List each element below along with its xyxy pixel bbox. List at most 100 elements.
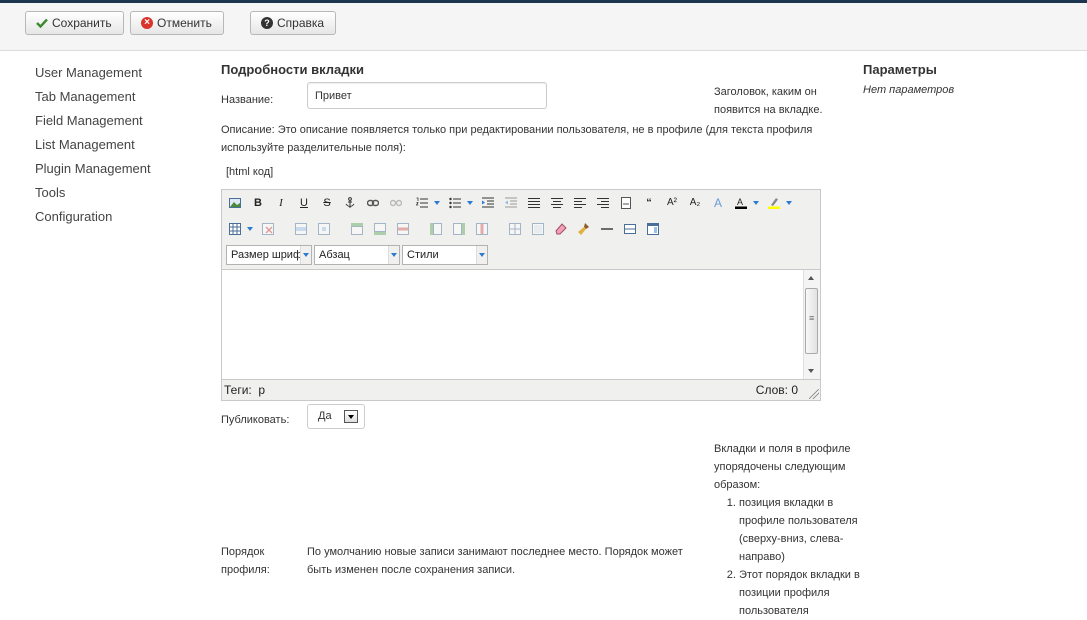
delete-table-icon[interactable]: [258, 219, 278, 239]
delete-row-icon[interactable]: [393, 219, 413, 239]
insert-row-after-icon[interactable]: [370, 219, 390, 239]
cancel-button-label: Отменить: [157, 16, 212, 30]
html-code-toggle[interactable]: [html код]: [226, 166, 273, 178]
link-icon[interactable]: [363, 193, 383, 213]
cell-props-icon[interactable]: [314, 219, 334, 239]
sidebar: User Management Tab Management Field Man…: [35, 63, 205, 231]
superscript-icon[interactable]: A²: [662, 193, 682, 213]
publish-label: Публиковать:: [221, 414, 290, 426]
help-button-label: Справка: [277, 16, 325, 30]
indent-icon[interactable]: [478, 193, 498, 213]
insert-col-before-icon[interactable]: [426, 219, 446, 239]
list-item: позиция вкладки в профиле пользователя (…: [739, 494, 864, 566]
help-button[interactable]: ? Справка: [250, 11, 337, 35]
strikethrough-icon[interactable]: S: [317, 193, 337, 213]
description-text: Описание: Это описание появляется только…: [221, 124, 813, 154]
justify-icon[interactable]: [524, 193, 544, 213]
bold-icon[interactable]: B: [248, 193, 268, 213]
chevron-down-icon: [476, 246, 487, 264]
delete-col-icon[interactable]: [472, 219, 492, 239]
numbered-list-dropdown[interactable]: [433, 193, 442, 213]
sidebar-item-configuration[interactable]: Configuration: [35, 207, 205, 231]
order-hint-intro: Вкладки и поля в профиле упорядочены сле…: [714, 443, 851, 491]
publish-select-value: Да: [318, 410, 332, 422]
fullscreen-icon[interactable]: [643, 219, 663, 239]
align-right-icon[interactable]: [593, 193, 613, 213]
scroll-thumb[interactable]: [805, 288, 818, 354]
styles-select-value: Стили: [407, 249, 439, 261]
table-icon[interactable]: [225, 219, 245, 239]
highlight-icon[interactable]: [764, 193, 784, 213]
cleanup-brush-icon[interactable]: [574, 219, 594, 239]
chevron-down-icon: [300, 246, 311, 264]
save-button-label: Сохранить: [52, 16, 112, 30]
image-icon[interactable]: [225, 193, 245, 213]
params-title: Параметры: [863, 62, 937, 77]
sidebar-item-list-management[interactable]: List Management: [35, 135, 205, 159]
visual-aid-icon[interactable]: [620, 219, 640, 239]
cancel-icon: ×: [141, 16, 153, 29]
align-left-icon[interactable]: [570, 193, 590, 213]
chevron-down-icon: [388, 246, 399, 264]
cancel-button[interactable]: × Отменить: [130, 11, 224, 35]
page-title: Подробности вкладки: [221, 62, 364, 77]
scroll-up-icon[interactable]: [808, 276, 814, 280]
bullet-list-dropdown[interactable]: [466, 193, 475, 213]
insert-row-before-icon[interactable]: [347, 219, 367, 239]
rich-text-editor: B I U S “ A² A₂ A A Размер шрифта Абзац …: [221, 189, 821, 401]
check-icon: [36, 18, 48, 28]
paragraph-format-select[interactable]: Абзац: [314, 245, 400, 265]
sidebar-item-field-management[interactable]: Field Management: [35, 111, 205, 135]
paragraph-format-value: Абзац: [319, 249, 350, 261]
editor-status-bar: Теги: p Слов: 0: [222, 381, 820, 400]
eraser-icon[interactable]: [551, 219, 571, 239]
blockquote-icon[interactable]: “: [639, 193, 659, 213]
editor-scrollbar[interactable]: [803, 270, 820, 379]
word-count: Слов: 0: [755, 383, 798, 397]
insert-col-after-icon[interactable]: [449, 219, 469, 239]
order-label: Порядок профиля:: [221, 546, 270, 576]
params-empty-text: Нет параметров: [863, 84, 955, 96]
outdent-icon[interactable]: [501, 193, 521, 213]
element-path: Теги: p: [224, 383, 266, 397]
sidebar-item-plugin-management[interactable]: Plugin Management: [35, 159, 205, 183]
subscript-icon[interactable]: A₂: [685, 193, 705, 213]
sidebar-item-tab-management[interactable]: Tab Management: [35, 87, 205, 111]
text-color-icon[interactable]: A: [731, 193, 751, 213]
scroll-down-icon[interactable]: [808, 369, 814, 373]
svg-text:A: A: [737, 197, 743, 207]
text-color-dropdown[interactable]: [752, 193, 761, 213]
split-cells-icon[interactable]: [505, 219, 525, 239]
italic-icon[interactable]: I: [271, 193, 291, 213]
unlink-icon[interactable]: [386, 193, 406, 213]
table-dropdown[interactable]: [246, 219, 255, 239]
resize-grip-icon[interactable]: [809, 389, 819, 399]
list-item: Этот порядок вкладки в позиции профиля п…: [739, 566, 864, 620]
name-label: Название:: [221, 94, 274, 106]
name-input[interactable]: [307, 82, 547, 109]
chevron-down-icon: [344, 410, 358, 423]
order-hint: Вкладки и поля в профиле упорядочены сле…: [714, 440, 864, 620]
sidebar-item-tools[interactable]: Tools: [35, 183, 205, 207]
order-hint-list: позиция вкладки в профиле пользователя (…: [714, 494, 864, 620]
remove-format-icon[interactable]: A: [708, 193, 728, 213]
bullet-list-icon[interactable]: [445, 193, 465, 213]
sidebar-item-user-management[interactable]: User Management: [35, 63, 205, 87]
save-button[interactable]: Сохранить: [25, 11, 124, 35]
anchor-icon[interactable]: [340, 193, 360, 213]
row-props-icon[interactable]: [291, 219, 311, 239]
page-break-icon[interactable]: [616, 193, 636, 213]
publish-select[interactable]: Да: [307, 404, 365, 429]
merge-cells-icon[interactable]: [528, 219, 548, 239]
order-text: По умолчанию новые записи занимают после…: [307, 546, 683, 576]
help-icon: ?: [261, 16, 273, 29]
highlight-dropdown[interactable]: [785, 193, 794, 213]
numbered-list-icon[interactable]: [412, 193, 432, 213]
underline-icon[interactable]: U: [294, 193, 314, 213]
styles-select[interactable]: Стили: [402, 245, 488, 265]
align-center-icon[interactable]: [547, 193, 567, 213]
horizontal-rule-icon[interactable]: [597, 219, 617, 239]
name-hint: Заголовок, каким он появится на вкладке.: [714, 86, 823, 116]
editor-content-area[interactable]: [222, 269, 820, 380]
font-size-select[interactable]: Размер шрифта: [226, 245, 312, 265]
